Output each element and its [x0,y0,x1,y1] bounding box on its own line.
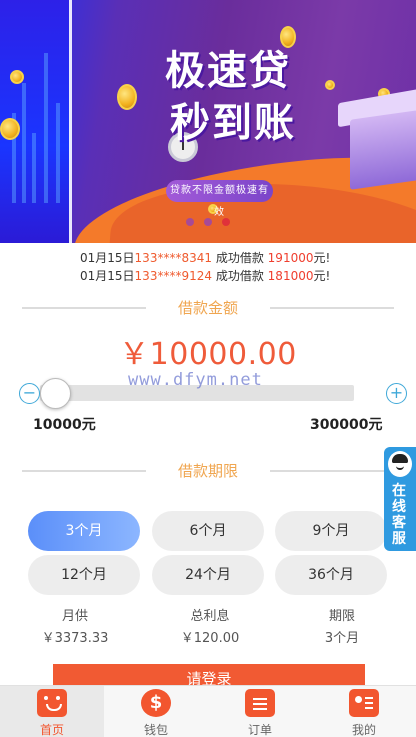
loan-term-value: 3个月 [324,631,360,646]
loan-term: 期限 3个月 [282,607,402,649]
online-service-label: 在线客服 [392,483,406,547]
nav-orders[interactable]: 订单 [208,686,312,737]
online-service-button[interactable]: 在线客服 [384,447,416,551]
nav-orders-label: 订单 [247,723,272,737]
nav-home[interactable]: 首页 [0,686,104,737]
carousel-dot[interactable] [186,218,194,226]
nav-wallet[interactable]: 钱包 [104,686,208,737]
loan-amount-value: ￥10000.00 [119,337,297,372]
banner-title: 极速贷 秒到账 [165,45,296,149]
nav-profile-label: 我的 [351,723,376,737]
divider [270,470,394,472]
decrease-amount-button[interactable]: − [19,383,40,404]
gift-box-icon [350,110,416,190]
ticker-unit: 元! [313,251,331,265]
divider [270,307,394,309]
period-option-9[interactable]: 9个月 [275,511,387,551]
ticker-phone: 133****9124 [134,269,212,283]
carousel-dot[interactable] [204,218,212,226]
loan-amount-heading: 借款金额 [0,296,416,320]
total-interest: 总利息 ￥120.00 [150,607,270,649]
ticker-date: 01月15日 [80,269,135,283]
period-option-12[interactable]: 12个月 [28,555,140,595]
coin-icon [10,70,24,84]
coin-icon [117,84,137,110]
period-option-6[interactable]: 6个月 [152,511,264,551]
period-option-36[interactable]: 36个月 [275,555,387,595]
monthly-payment: 月供 ￥3373.33 [15,607,135,649]
profile-icon [349,689,379,717]
promo-banner[interactable]: 极速贷 秒到账 贷款不限金额极速有效 [0,0,416,243]
ticker-row: 01月15日133****8341 成功借款 191000元! [80,249,330,266]
total-interest-value: ￥120.00 [180,631,240,646]
ticker-row: 01月15日133****9124 成功借款 181000元! [80,267,330,283]
watermark: www.dfym.net [128,370,263,390]
coin-icon [0,118,20,140]
order-icon [245,689,275,717]
wallet-icon [141,689,171,717]
ticker-text: 成功借款 [215,251,264,265]
ticker-date: 01月15日 [80,251,135,265]
home-icon [37,689,67,717]
monthly-payment-value: ￥3373.33 [41,631,109,646]
monthly-payment-label: 月供 [61,609,88,624]
amount-max-label: 300000元 [310,417,383,433]
period-option-3[interactable]: 3个月 [28,511,140,551]
amount-slider-thumb[interactable] [40,378,71,409]
banner-title-line2: 秒到账 [170,100,296,146]
ticker-unit: 元! [313,269,331,283]
nav-home-label: 首页 [39,723,64,737]
period-option-24[interactable]: 24个月 [152,555,264,595]
banner-title-line1: 极速贷 [165,48,291,94]
carousel-dot-active[interactable] [222,218,230,226]
ticker-phone: 133****8341 [134,251,212,265]
increase-amount-button[interactable]: + [386,383,407,404]
bottom-nav: 首页 钱包 订单 我的 [0,685,416,737]
ticker-text: 成功借款 [215,269,264,283]
agent-face-icon [388,451,412,477]
banner-subtitle: 贷款不限金额极速有效 [166,180,273,218]
amount-min-label: 10000元 [33,417,96,433]
ticker-amount: 181000 [267,269,314,283]
nav-profile[interactable]: 我的 [312,686,416,737]
loan-ticker: 01月15日133****8341 成功借款 191000元! 01月15日13… [0,243,416,283]
loan-term-label: 期限 [328,609,355,624]
nav-wallet-label: 钱包 [143,723,168,737]
loan-period-heading: 借款期限 [0,459,416,483]
ticker-amount: 191000 [267,251,314,265]
carousel-dots [186,218,230,226]
total-interest-label: 总利息 [190,609,230,624]
coin-icon [325,80,335,90]
